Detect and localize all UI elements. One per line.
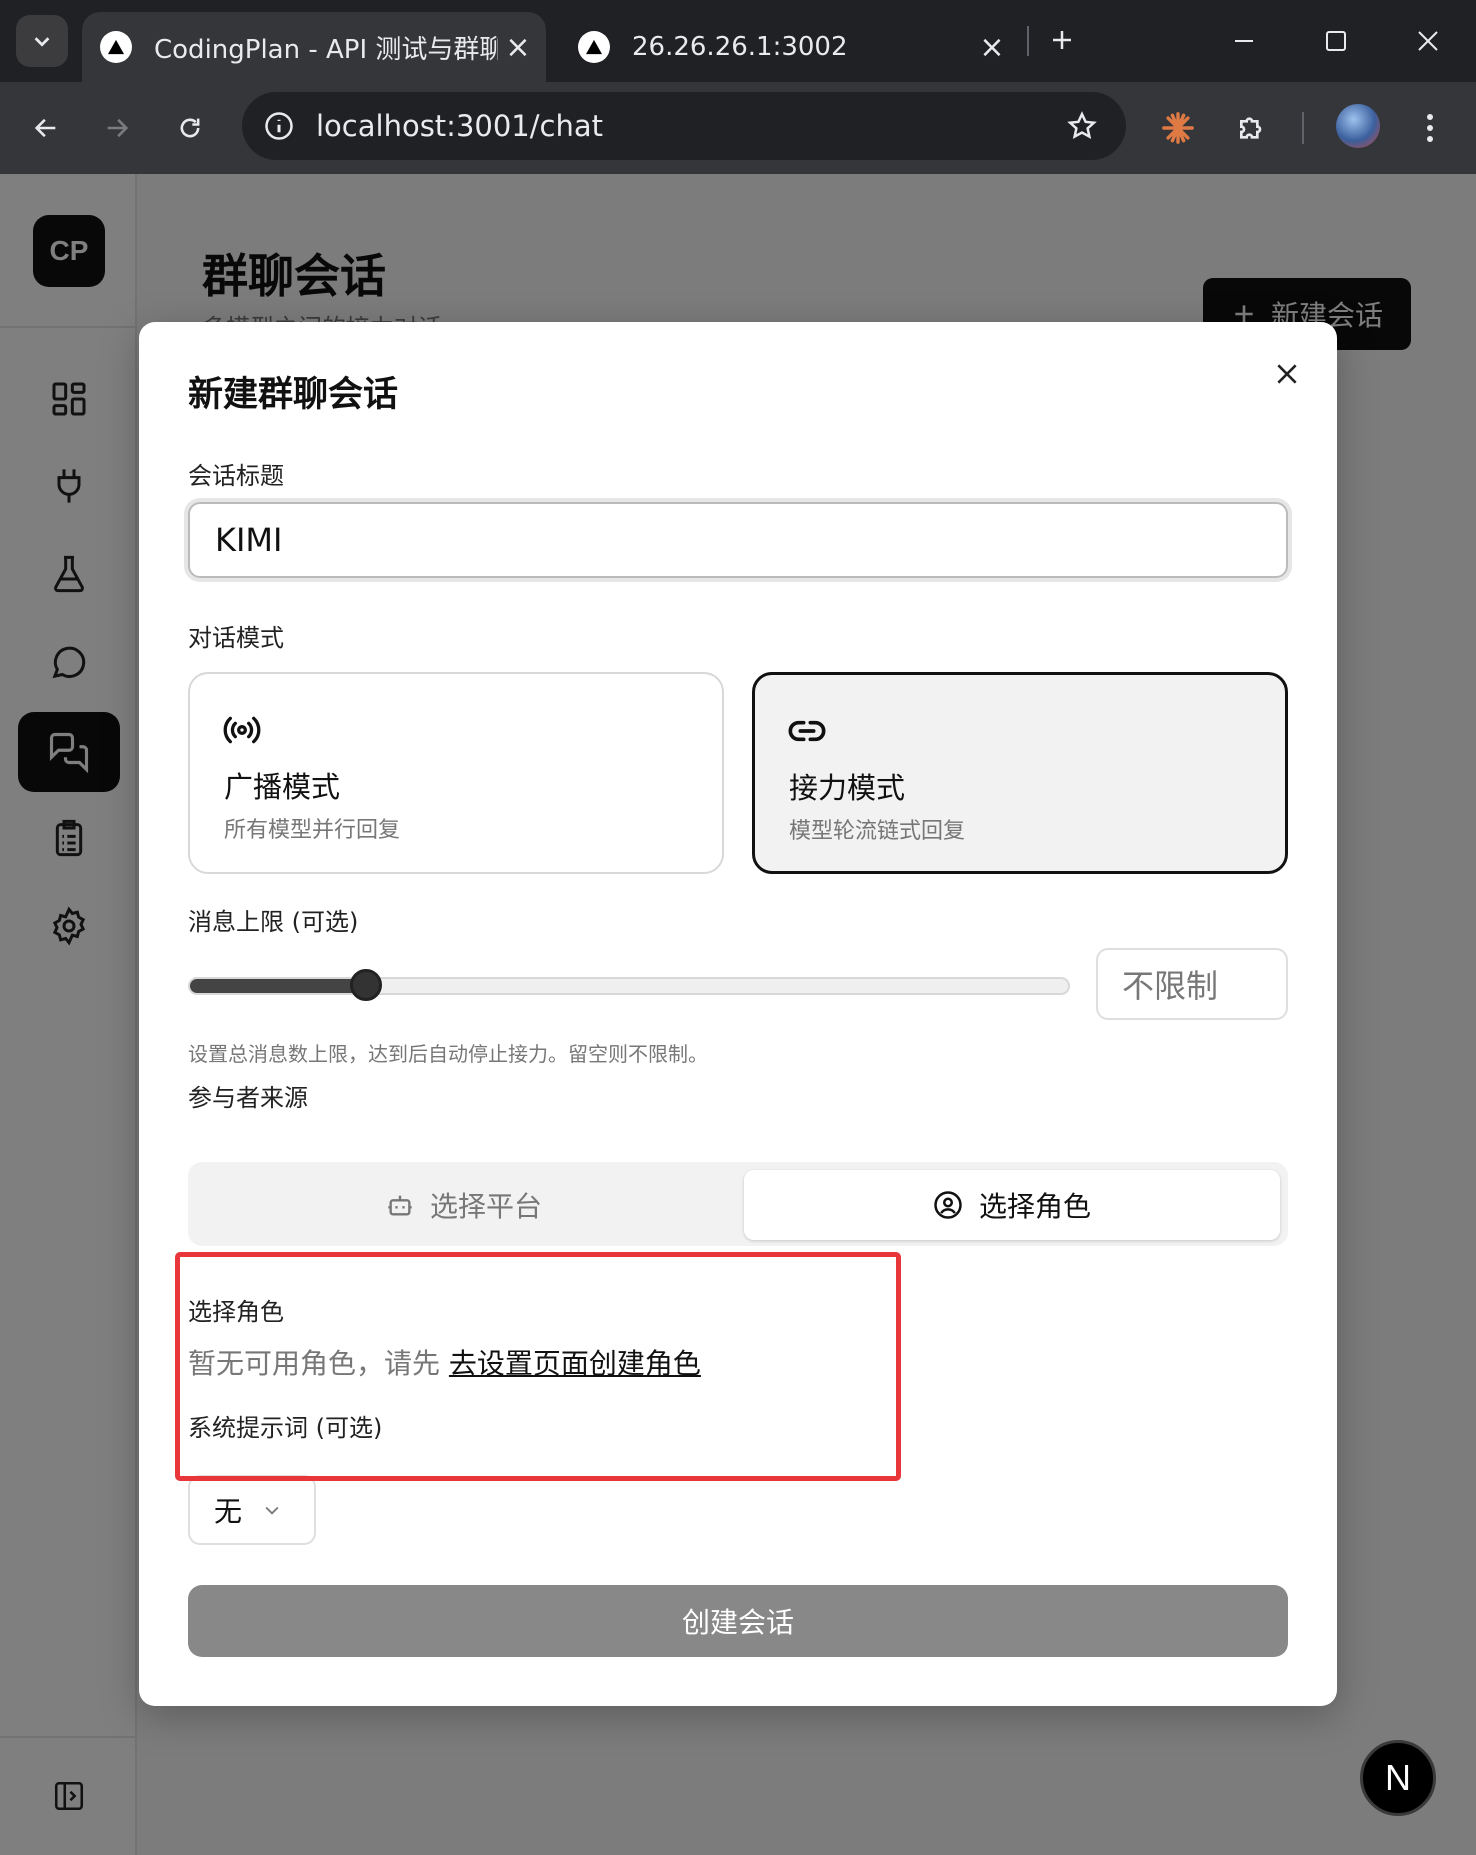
role-label: 选择角色 xyxy=(188,1298,284,1326)
mode-title: 广播模式 xyxy=(224,770,341,804)
minimize-button[interactable] xyxy=(1208,12,1280,70)
site-info-icon[interactable] xyxy=(262,109,296,143)
tab-divider xyxy=(1027,26,1029,56)
chevron-down-icon xyxy=(34,37,50,47)
participant-source-tabs: 选择平台 选择角色 xyxy=(188,1162,1288,1246)
title-input[interactable]: KIMI xyxy=(188,502,1288,578)
browser-menu-icon[interactable] xyxy=(1404,102,1456,154)
reload-icon xyxy=(180,118,200,138)
tab-title: CodingPlan - API 测试与群聊系统 xyxy=(154,34,498,65)
close-tab-icon[interactable]: × xyxy=(972,27,1012,67)
user-circle-icon xyxy=(934,1191,962,1219)
nextjs-dev-badge[interactable]: N xyxy=(1360,1740,1436,1816)
link-icon xyxy=(787,711,827,751)
address-bar[interactable]: localhost:3001/chat xyxy=(242,92,1126,160)
tab-search-button[interactable] xyxy=(16,15,68,67)
mode-card-broadcast[interactable]: 广播模式 所有模型并行回复 xyxy=(188,672,724,874)
tab-title: 26.26.26.1:3002 xyxy=(632,32,848,62)
new-tab-button[interactable] xyxy=(1040,18,1084,62)
limit-help-text: 设置总消息数上限，达到后自动停止接力。留空则不限制。 xyxy=(188,1042,708,1066)
empty-roles-message: 暂无可用角色，请先 去设置页面创建角色 xyxy=(188,1342,701,1382)
source-label: 参与者来源 xyxy=(188,1084,308,1112)
back-button[interactable] xyxy=(20,102,72,154)
bot-icon xyxy=(388,1195,412,1216)
close-icon xyxy=(1277,364,1297,384)
mode-label: 对话模式 xyxy=(188,624,284,652)
app-viewport: CP 群聊会话 多模型之间的接力对话 新建会话 xyxy=(0,174,1476,1855)
reload-button[interactable] xyxy=(164,102,216,154)
dialog-title: 新建群聊会话 xyxy=(188,375,399,415)
browser-toolbar: localhost:3001/chat xyxy=(0,82,1476,174)
mode-card-relay[interactable]: 接力模式 模型轮流链式回复 xyxy=(752,672,1288,874)
create-chat-button[interactable]: 创建会话 xyxy=(188,1585,1288,1657)
claude-extension-icon[interactable] xyxy=(1152,102,1204,154)
message-limit-slider[interactable] xyxy=(188,969,1070,1001)
tab-select-role[interactable]: 选择角色 xyxy=(744,1170,1280,1240)
arrow-left-icon xyxy=(34,118,56,138)
title-label: 会话标题 xyxy=(188,462,284,490)
system-prompt-label: 系统提示词 (可选) xyxy=(188,1414,383,1442)
message-limit-input[interactable]: 不限制 xyxy=(1096,948,1288,1020)
slider-fill xyxy=(190,979,366,993)
chevron-down-icon xyxy=(265,1506,279,1515)
create-role-link[interactable]: 去设置页面创建角色 xyxy=(449,1347,701,1380)
bookmark-star-icon[interactable] xyxy=(1060,104,1104,148)
toolbar-divider xyxy=(1302,112,1304,144)
close-icon xyxy=(1418,31,1438,51)
vercel-favicon-icon xyxy=(578,31,610,63)
browser-tab[interactable]: 26.26.26.1:3002 × xyxy=(560,12,1020,82)
tab-label: 选择平台 xyxy=(429,1190,542,1223)
close-tab-icon[interactable]: × xyxy=(498,27,538,67)
minimize-icon xyxy=(1235,40,1253,42)
maximize-button[interactable] xyxy=(1300,12,1372,70)
system-prompt-value: 无 xyxy=(214,1495,243,1528)
mode-description: 模型轮流链式回复 xyxy=(789,819,966,844)
url-text[interactable]: localhost:3001/chat xyxy=(316,109,1060,143)
empty-roles-text: 暂无可用角色，请先 xyxy=(188,1347,441,1380)
new-group-chat-dialog: 新建群聊会话 会话标题 KIMI 对话模式 广播模式 所有模型并行回复 接力模式… xyxy=(139,322,1337,1706)
slider-thumb[interactable] xyxy=(350,969,382,1001)
forward-button[interactable] xyxy=(91,102,143,154)
mode-title: 接力模式 xyxy=(789,771,906,805)
extensions-puzzle-icon[interactable] xyxy=(1226,102,1278,154)
tab-select-platform[interactable]: 选择平台 xyxy=(196,1170,732,1240)
browser-tabstrip: CodingPlan - API 测试与群聊系统 × 26.26.26.1:30… xyxy=(0,0,1476,82)
arrow-right-icon xyxy=(107,118,129,138)
profile-avatar[interactable] xyxy=(1336,104,1380,148)
browser-tab-active[interactable]: CodingPlan - API 测试与群聊系统 × xyxy=(82,12,546,82)
mode-description: 所有模型并行回复 xyxy=(224,818,401,843)
maximize-icon xyxy=(1326,31,1346,51)
close-window-button[interactable] xyxy=(1392,12,1464,70)
tab-label: 选择角色 xyxy=(978,1190,1091,1223)
plus-icon xyxy=(1053,31,1071,49)
dialog-close-button[interactable] xyxy=(1269,356,1305,392)
vercel-favicon-icon xyxy=(100,31,132,63)
limit-label: 消息上限 (可选) xyxy=(188,908,359,936)
broadcast-icon xyxy=(222,710,262,750)
system-prompt-select[interactable]: 无 xyxy=(188,1475,316,1545)
